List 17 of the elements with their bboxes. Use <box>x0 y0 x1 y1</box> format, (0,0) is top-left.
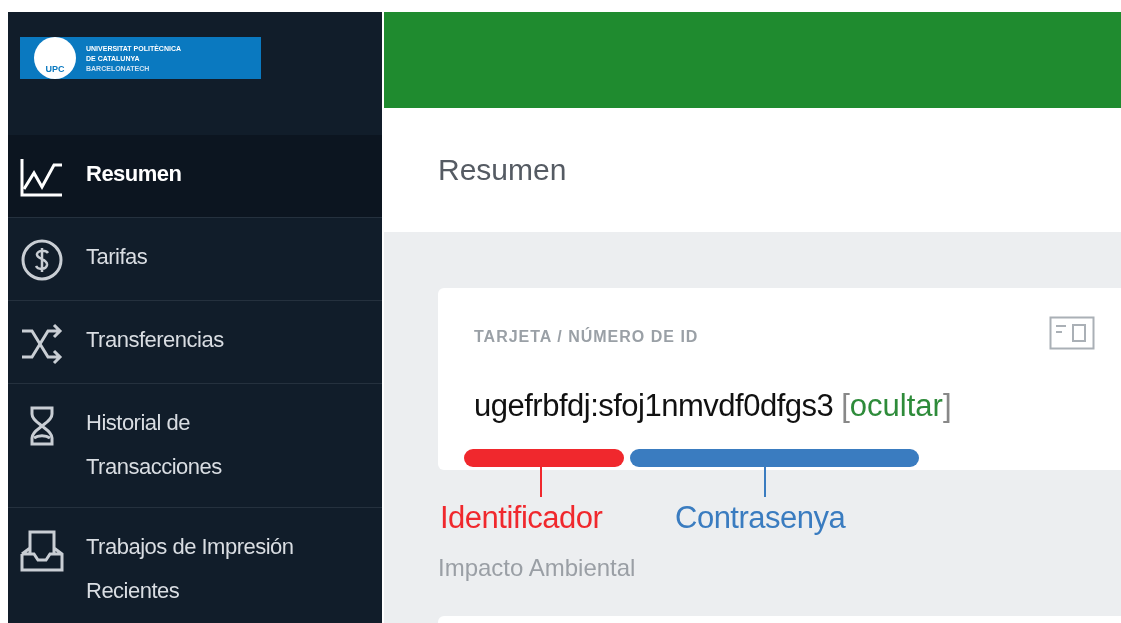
leader-line <box>540 467 542 497</box>
annotation-label: Contrasenya <box>675 500 846 536</box>
inbox-icon <box>18 528 66 572</box>
sidebar-item[interactable]: Historial de Transacciones <box>8 384 382 508</box>
section-title: Impacto Ambiental <box>438 554 637 582</box>
sidebar-item[interactable]: Resumen <box>8 135 382 218</box>
annotation-label: Identificador <box>440 500 603 536</box>
card-label: TARJETA / NÚMERO DE ID <box>474 328 699 346</box>
card-icon <box>1049 316 1095 350</box>
sidebar-item[interactable]: Transferencias <box>8 301 382 384</box>
hide-link[interactable]: [ocultar] <box>841 388 952 424</box>
page-title: Resumen <box>438 153 567 187</box>
id-value: ugefrbfdj:sfoj1nmvdf0dfgs3 <box>474 388 834 424</box>
leader-line <box>764 467 766 497</box>
sidebar-item[interactable]: Tarifas <box>8 218 382 301</box>
sidebar-item[interactable]: Trabajos de Impresión Recientes <box>8 508 382 623</box>
logo-badge: UPC <box>34 37 76 79</box>
